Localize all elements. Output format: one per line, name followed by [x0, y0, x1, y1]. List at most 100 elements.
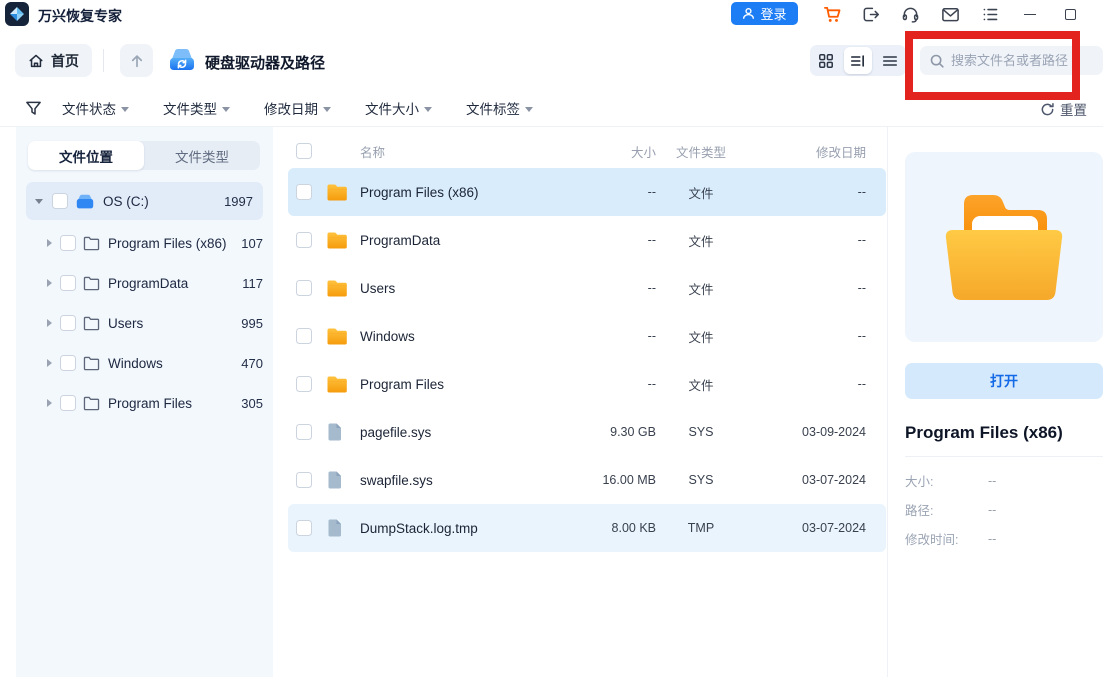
drive-checkbox[interactable] [52, 193, 68, 209]
tree-item[interactable]: Windows 470 [16, 343, 273, 383]
table-row[interactable]: ProgramData -- 文件 -- [288, 216, 886, 264]
folder-checkbox[interactable] [60, 235, 76, 251]
row-checkbox[interactable] [296, 184, 312, 200]
header-name[interactable]: 名称 [360, 142, 546, 161]
list-view-icon [850, 53, 866, 69]
folder-icon [326, 231, 348, 250]
list-view-button[interactable] [844, 47, 872, 74]
chevron-down-icon [222, 107, 230, 112]
tree-item[interactable]: Program Files 305 [16, 383, 273, 423]
header-size[interactable]: 大小 [546, 142, 656, 161]
header-type[interactable]: 文件类型 [656, 142, 746, 161]
login-button[interactable]: 登录 [731, 2, 798, 25]
file-type-icon [326, 375, 360, 394]
filter-label: 文件类型 [163, 98, 217, 118]
headset-icon[interactable] [899, 3, 921, 25]
home-button[interactable]: 首页 [15, 44, 92, 77]
table-body: Program Files (x86) -- 文件 -- ProgramData… [288, 168, 886, 552]
tree-item[interactable]: ProgramData 117 [16, 263, 273, 303]
file-size: -- [546, 281, 656, 295]
filter-dropdown[interactable]: 文件类型 [163, 98, 230, 118]
field-label: 路径: [905, 500, 988, 519]
grid-view-button[interactable] [812, 47, 840, 74]
collapse-arrow-icon[interactable] [35, 199, 43, 204]
file-icon [326, 518, 343, 538]
close-button[interactable]: ✕ [1097, 3, 1103, 25]
compact-view-button[interactable] [876, 47, 904, 74]
navigate-up-button[interactable] [120, 44, 153, 77]
table-header: 名称 大小 文件类型 修改日期 [288, 134, 886, 168]
user-icon [742, 7, 755, 20]
maximize-button[interactable] [1059, 3, 1081, 25]
folder-checkbox[interactable] [60, 395, 76, 411]
folder-preview-icon [934, 184, 1074, 310]
reset-filters-button[interactable]: 重置 [1040, 99, 1087, 119]
file-type-icon [326, 470, 360, 490]
app-window: 万兴恢复专家 登录 ✕ 首页 [0, 0, 1103, 677]
folder-checkbox[interactable] [60, 275, 76, 291]
filter-dropdown[interactable]: 文件标签 [466, 98, 533, 118]
file-type-icon [326, 183, 360, 202]
file-type-icon [326, 422, 360, 442]
filter-dropdown[interactable]: 修改日期 [264, 98, 331, 118]
tree-root-drive[interactable]: OS (C:) 1997 [26, 182, 263, 220]
folder-icon [326, 375, 348, 394]
menu-list-icon[interactable] [979, 3, 1001, 25]
table-row[interactable]: pagefile.sys 9.30 GB SYS 03-09-2024 [288, 408, 886, 456]
mail-icon[interactable] [939, 3, 961, 25]
folder-outline-icon [83, 396, 100, 411]
filter-funnel-icon[interactable] [25, 100, 42, 117]
row-checkbox[interactable] [296, 280, 312, 296]
file-icon [326, 470, 343, 490]
table-row[interactable]: Windows -- 文件 -- [288, 312, 886, 360]
cart-icon[interactable] [821, 3, 843, 25]
folder-checkbox[interactable] [60, 355, 76, 371]
titlebar: 万兴恢复专家 登录 ✕ [0, 0, 1103, 30]
open-button[interactable]: 打开 [905, 363, 1103, 399]
row-checkbox[interactable] [296, 520, 312, 536]
file-type: SYS [656, 473, 746, 487]
chevron-down-icon [121, 107, 129, 112]
file-size: -- [546, 233, 656, 247]
row-checkbox[interactable] [296, 328, 312, 344]
minimize-button[interactable] [1019, 3, 1041, 25]
export-icon[interactable] [859, 3, 881, 25]
table-row[interactable]: DumpStack.log.tmp 8.00 KB TMP 03-07-2024 [288, 504, 886, 552]
expand-arrow-icon[interactable] [47, 279, 52, 287]
table-row[interactable]: Program Files (x86) -- 文件 -- [288, 168, 886, 216]
tree-item[interactable]: Users 995 [16, 303, 273, 343]
row-checkbox[interactable] [296, 232, 312, 248]
header-date[interactable]: 修改日期 [746, 142, 866, 161]
table-row[interactable]: swapfile.sys 16.00 MB SYS 03-07-2024 [288, 456, 886, 504]
expand-arrow-icon[interactable] [47, 319, 52, 327]
table-row[interactable]: Users -- 文件 -- [288, 264, 886, 312]
view-toggle-group [810, 45, 906, 76]
row-checkbox[interactable] [296, 424, 312, 440]
file-date: -- [746, 185, 866, 199]
expand-arrow-icon[interactable] [47, 359, 52, 367]
filter-dropdown[interactable]: 文件大小 [365, 98, 432, 118]
filter-dropdown[interactable]: 文件状态 [62, 98, 129, 118]
reset-icon [1040, 102, 1055, 117]
row-checkbox[interactable] [296, 472, 312, 488]
tree-item-count: 107 [241, 236, 263, 251]
sidebar-tabs: 文件位置 文件类型 [28, 141, 260, 170]
field-value: -- [988, 503, 996, 517]
sidebar-tab-label: 文件位置 [59, 146, 113, 166]
tree-item[interactable]: Program Files (x86) 107 [16, 223, 273, 263]
tree-item-label: ProgramData [108, 276, 188, 291]
filter-label: 修改日期 [264, 98, 318, 118]
expand-arrow-icon[interactable] [47, 239, 52, 247]
folder-outline-icon [83, 356, 100, 371]
row-checkbox[interactable] [296, 376, 312, 392]
chevron-down-icon [424, 107, 432, 112]
file-type: SYS [656, 425, 746, 439]
select-all-checkbox[interactable] [296, 143, 312, 159]
file-size: 9.30 GB [546, 425, 656, 439]
table-row[interactable]: Program Files -- 文件 -- [288, 360, 886, 408]
expand-arrow-icon[interactable] [47, 399, 52, 407]
search-input[interactable] [951, 53, 1091, 68]
sidebar-tab[interactable]: 文件位置 [28, 141, 144, 170]
sidebar-tab[interactable]: 文件类型 [144, 141, 260, 170]
folder-checkbox[interactable] [60, 315, 76, 331]
